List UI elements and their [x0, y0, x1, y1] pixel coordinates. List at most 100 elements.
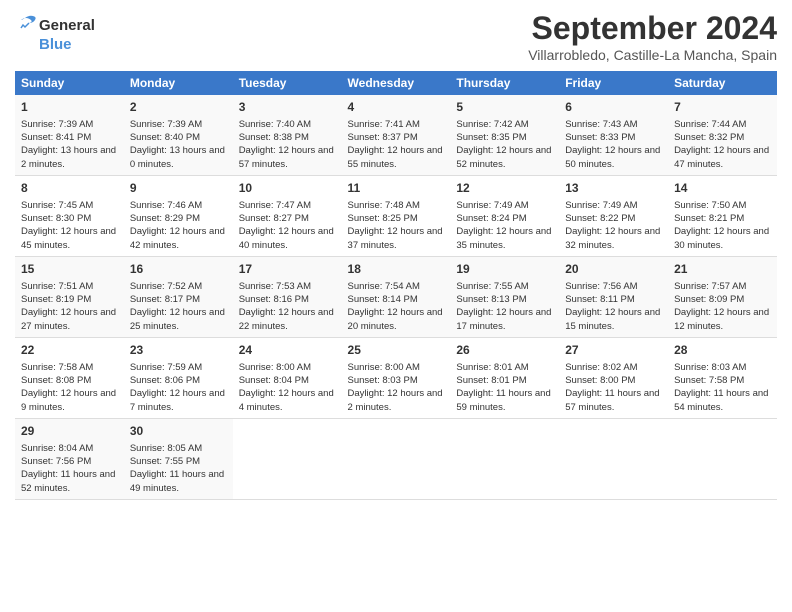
sunrise: Sunrise: 7:40 AM	[239, 119, 311, 130]
calendar-cell: 17 Sunrise: 7:53 AM Sunset: 8:16 PM Dayligh…	[233, 256, 342, 337]
calendar-cell: 13Sunrise: 7:49 AMSunset: 8:22 PMDayligh…	[559, 175, 668, 256]
day-number: 12	[456, 180, 553, 197]
daylight: Daylight: 12 hours and 42 minutes.	[130, 226, 225, 250]
sunset: Sunset: 8:08 PM	[21, 375, 91, 386]
sunrise: Sunrise: 7:58 AM	[21, 362, 93, 373]
daylight: Daylight: 12 hours and 32 minutes.	[565, 226, 660, 250]
sunset: Sunset: 8:24 PM	[456, 213, 526, 224]
sunrise: Sunrise: 8:00 AM	[348, 362, 420, 373]
day-number: 3	[239, 99, 336, 116]
sunrise: Sunrise: 7:42 AM	[456, 119, 528, 130]
day-number: 15	[21, 261, 118, 278]
calendar-cell: 15Sunrise: 7:51 AMSunset: 8:19 PMDayligh…	[15, 256, 124, 337]
daylight: Daylight: 12 hours and 52 minutes.	[456, 145, 551, 169]
calendar-cell: 19Sunrise: 7:55 AMSunset: 8:13 PMDayligh…	[450, 256, 559, 337]
day-number: 5	[456, 99, 553, 116]
day-number: 11	[348, 180, 445, 197]
daylight: Daylight: 12 hours and 37 minutes.	[348, 226, 443, 250]
calendar-cell: 23Sunrise: 7:59 AMSunset: 8:06 PMDayligh…	[124, 337, 233, 418]
sunrise: Sunrise: 7:52 AM	[130, 281, 202, 292]
header: General Blue September 2024 Villarrobled…	[15, 10, 777, 63]
daylight: Daylight: 11 hours and 59 minutes.	[456, 388, 550, 412]
logo-general: General	[39, 17, 95, 34]
sunset: Sunset: 8:06 PM	[130, 375, 200, 386]
daylight: Daylight: 12 hours and 27 minutes.	[21, 307, 116, 331]
sunrise: Sunrise: 8:02 AM	[565, 362, 637, 373]
daylight: Daylight: 12 hours and 12 minutes.	[674, 307, 769, 331]
sunrise: Sunrise: 8:04 AM	[21, 443, 93, 454]
sunrise: Sunrise: 8:01 AM	[456, 362, 528, 373]
sunrise: Sunrise: 7:59 AM	[130, 362, 202, 373]
sunset: Sunset: 8:16 PM	[239, 294, 309, 305]
day-number: 6	[565, 99, 662, 116]
sunset: Sunset: 8:33 PM	[565, 132, 635, 143]
sunrise: Sunrise: 7:55 AM	[456, 281, 528, 292]
daylight: Daylight: 12 hours and 40 minutes.	[239, 226, 334, 250]
daylight: Daylight: 12 hours and 30 minutes.	[674, 226, 769, 250]
daylight: Daylight: 11 hours and 52 minutes.	[21, 469, 115, 493]
sunrise: Sunrise: 8:05 AM	[130, 443, 202, 454]
calendar-cell: 18Sunrise: 7:54 AMSunset: 8:14 PMDayligh…	[342, 256, 451, 337]
day-number: 19	[456, 261, 553, 278]
day-number: 7	[674, 99, 771, 116]
daylight: Daylight: 12 hours and 22 minutes.	[239, 307, 334, 331]
sunrise: Sunrise: 7:53 AM	[239, 281, 311, 292]
day-number: 25	[348, 342, 445, 359]
calendar-cell: 10Sunrise: 7:47 AMSunset: 8:27 PMDayligh…	[233, 175, 342, 256]
sunrise: Sunrise: 7:48 AM	[348, 200, 420, 211]
sunset: Sunset: 7:55 PM	[130, 456, 200, 467]
col-saturday: Saturday	[668, 71, 777, 95]
week-row-2: 8Sunrise: 7:45 AMSunset: 8:30 PMDaylight…	[15, 175, 777, 256]
sunrise: Sunrise: 7:39 AM	[21, 119, 93, 130]
daylight: Daylight: 12 hours and 4 minutes.	[239, 388, 334, 412]
sunset: Sunset: 8:37 PM	[348, 132, 418, 143]
sunset: Sunset: 8:30 PM	[21, 213, 91, 224]
sunrise: Sunrise: 7:54 AM	[348, 281, 420, 292]
logo-blue: Blue	[39, 36, 72, 53]
sunrise: Sunrise: 8:00 AM	[239, 362, 311, 373]
calendar-cell: 27Sunrise: 8:02 AMSunset: 8:00 PMDayligh…	[559, 337, 668, 418]
sunrise: Sunrise: 7:44 AM	[674, 119, 746, 130]
day-number: 24	[239, 342, 336, 359]
subtitle: Villarrobledo, Castille-La Mancha, Spain	[528, 47, 777, 63]
col-monday: Monday	[124, 71, 233, 95]
sunset: Sunset: 8:09 PM	[674, 294, 744, 305]
calendar-cell	[233, 418, 342, 499]
sunset: Sunset: 8:32 PM	[674, 132, 744, 143]
sunrise: Sunrise: 7:49 AM	[565, 200, 637, 211]
daylight: Daylight: 11 hours and 49 minutes.	[130, 469, 224, 493]
day-number: 1	[21, 99, 118, 116]
daylight: Daylight: 13 hours and 0 minutes.	[130, 145, 225, 169]
sunset: Sunset: 8:17 PM	[130, 294, 200, 305]
logo: General Blue	[15, 14, 95, 53]
daylight: Daylight: 12 hours and 20 minutes.	[348, 307, 443, 331]
sunrise: Sunrise: 7:50 AM	[674, 200, 746, 211]
week-row-4: 22Sunrise: 7:58 AMSunset: 8:08 PMDayligh…	[15, 337, 777, 418]
calendar-cell	[450, 418, 559, 499]
day-number: 23	[130, 342, 227, 359]
sunset: Sunset: 8:21 PM	[674, 213, 744, 224]
day-number: 28	[674, 342, 771, 359]
day-number: 17	[239, 261, 336, 278]
day-number: 13	[565, 180, 662, 197]
calendar-cell: 6Sunrise: 7:43 AMSunset: 8:33 PMDaylight…	[559, 95, 668, 175]
calendar-cell: 30Sunrise: 8:05 AMSunset: 7:55 PMDayligh…	[124, 418, 233, 499]
sunset: Sunset: 8:38 PM	[239, 132, 309, 143]
col-tuesday: Tuesday	[233, 71, 342, 95]
calendar-cell	[342, 418, 451, 499]
day-number: 21	[674, 261, 771, 278]
calendar-cell: 29Sunrise: 8:04 AMSunset: 7:56 PMDayligh…	[15, 418, 124, 499]
calendar-cell: 25Sunrise: 8:00 AMSunset: 8:03 PMDayligh…	[342, 337, 451, 418]
sunset: Sunset: 8:29 PM	[130, 213, 200, 224]
day-number: 4	[348, 99, 445, 116]
sunset: Sunset: 8:01 PM	[456, 375, 526, 386]
day-number: 2	[130, 99, 227, 116]
day-number: 14	[674, 180, 771, 197]
sunrise: Sunrise: 7:56 AM	[565, 281, 637, 292]
calendar-cell: 24Sunrise: 8:00 AMSunset: 8:04 PMDayligh…	[233, 337, 342, 418]
col-thursday: Thursday	[450, 71, 559, 95]
calendar-cell: 20Sunrise: 7:56 AMSunset: 8:11 PMDayligh…	[559, 256, 668, 337]
calendar-cell: 7Sunrise: 7:44 AMSunset: 8:32 PMDaylight…	[668, 95, 777, 175]
calendar-cell: 22Sunrise: 7:58 AMSunset: 8:08 PMDayligh…	[15, 337, 124, 418]
sunset: Sunset: 8:13 PM	[456, 294, 526, 305]
